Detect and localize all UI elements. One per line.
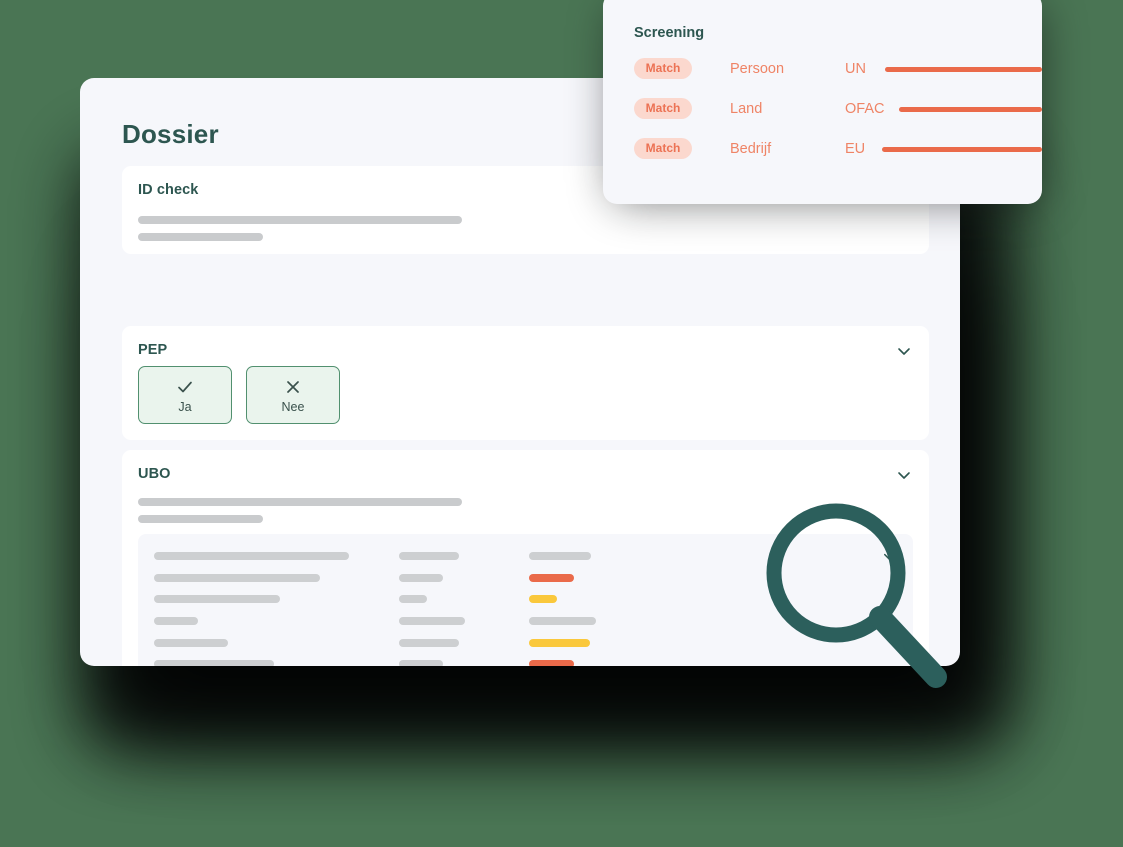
screening-list-label: EU <box>845 141 866 157</box>
status-badge: Match <box>634 58 692 79</box>
chevron-down-icon[interactable] <box>881 548 899 566</box>
screening-match-bar <box>899 107 1042 112</box>
screening-list-label: UN <box>845 61 866 77</box>
skeleton-line <box>138 233 263 241</box>
skeleton-line <box>138 515 263 523</box>
skeleton-line <box>138 216 462 224</box>
screening-row: Match Bedrijf EU <box>634 132 1042 172</box>
ubo-cell-meta <box>399 660 443 666</box>
screenshot-stage: Dossier ID check PEP Ja Nee UBO Screenin… <box>0 0 1123 847</box>
ubo-skeleton-row <box>154 635 854 657</box>
section-card-ubo: UBO <box>122 450 929 666</box>
ubo-skeleton-row <box>154 570 854 592</box>
pep-choice-ja-label: Ja <box>178 399 192 414</box>
ubo-cell-name <box>154 660 274 666</box>
pep-choice-group: Ja Nee <box>138 366 340 424</box>
screening-row-list: Match Persoon UN Match Land OFAC Match Bedrijf E… <box>634 52 1042 172</box>
page-title: Dossier <box>122 119 219 149</box>
ubo-skeleton-grid <box>154 548 854 666</box>
chevron-down-icon[interactable] <box>895 466 913 484</box>
ubo-cell-name <box>154 595 280 604</box>
screening-title: Screening <box>634 25 705 41</box>
pep-choice-ja[interactable]: Ja <box>138 366 232 424</box>
screening-row: Match Persoon UN <box>634 52 1042 92</box>
pep-choice-nee[interactable]: Nee <box>246 366 340 424</box>
screening-subject-label: Persoon <box>730 61 785 77</box>
check-icon <box>175 377 195 397</box>
ubo-cell-status <box>529 638 590 647</box>
section-title-pep: PEP <box>138 342 168 358</box>
status-badge: Match <box>634 98 692 119</box>
ubo-skeleton-row <box>154 591 854 613</box>
screening-card: Screening Match Persoon UN Match Land OFAC Mat… <box>603 0 1042 204</box>
ubo-cell-status <box>529 552 591 560</box>
section-card-pep: PEP Ja Nee <box>122 326 929 440</box>
screening-match-bar <box>882 147 1042 152</box>
ubo-cell-status <box>529 595 557 604</box>
ubo-skeleton-row <box>154 548 854 570</box>
ubo-cell-status <box>529 617 596 626</box>
ubo-cell-status <box>529 573 574 582</box>
section-title-id-check: ID check <box>138 182 199 198</box>
ubo-skeleton-row <box>154 656 854 666</box>
ubo-cell-name <box>154 638 228 647</box>
ubo-cell-meta <box>399 595 427 604</box>
ubo-cell-meta <box>399 638 459 647</box>
cross-icon <box>283 377 303 397</box>
ubo-cell-name <box>154 552 349 560</box>
screening-subject-label: Bedrijf <box>730 141 772 157</box>
screening-row: Match Land OFAC <box>634 92 1042 132</box>
ubo-cell-meta <box>399 617 465 626</box>
ubo-skeleton-row <box>154 613 854 635</box>
screening-list-label: OFAC <box>845 101 885 117</box>
ubo-cell-status <box>529 660 574 666</box>
pep-choice-nee-label: Nee <box>281 399 305 414</box>
section-title-ubo: UBO <box>138 466 171 482</box>
ubo-cell-meta <box>399 552 459 560</box>
ubo-cell-meta <box>399 573 443 582</box>
ubo-cell-name <box>154 617 198 626</box>
ubo-cell-name <box>154 573 320 582</box>
status-badge: Match <box>634 138 692 159</box>
ubo-detail-panel <box>138 534 913 666</box>
screening-match-bar <box>885 67 1042 72</box>
chevron-down-icon[interactable] <box>895 342 913 360</box>
skeleton-line <box>138 498 462 506</box>
screening-subject-label: Land <box>730 101 763 117</box>
